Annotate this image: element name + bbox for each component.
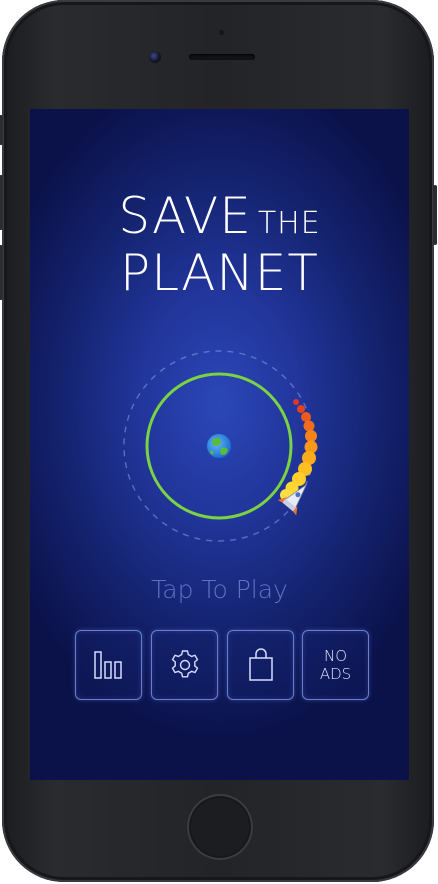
leaderboard-icon bbox=[93, 651, 122, 679]
earth-icon bbox=[207, 434, 231, 458]
volume-up-button bbox=[0, 175, 3, 230]
no-ads-button[interactable]: NO ADS bbox=[302, 630, 369, 700]
earpiece-speaker-icon bbox=[189, 54, 255, 60]
shopping-bag-icon bbox=[248, 648, 273, 681]
mute-switch bbox=[0, 115, 3, 145]
tap-to-play-prompt[interactable]: Tap To Play bbox=[30, 575, 409, 604]
no-ads-icon: NO ADS bbox=[320, 647, 351, 683]
shop-button[interactable] bbox=[227, 630, 294, 700]
settings-button[interactable] bbox=[151, 630, 218, 700]
volume-down-button bbox=[0, 245, 3, 300]
no-ads-label-line1: NO bbox=[323, 647, 348, 665]
rocket-flame-trail bbox=[280, 399, 318, 501]
settings-gear-icon bbox=[171, 650, 198, 678]
proximity-sensor bbox=[219, 30, 224, 35]
game-screen[interactable]: SAVE THE PLANET Tap To Play NO ADS bbox=[30, 109, 409, 780]
leaderboard-button[interactable] bbox=[75, 630, 142, 700]
power-button bbox=[433, 185, 437, 245]
front-camera-icon bbox=[149, 51, 161, 63]
home-button-icon[interactable] bbox=[187, 794, 253, 860]
no-ads-label-line2: ADS bbox=[319, 665, 352, 683]
